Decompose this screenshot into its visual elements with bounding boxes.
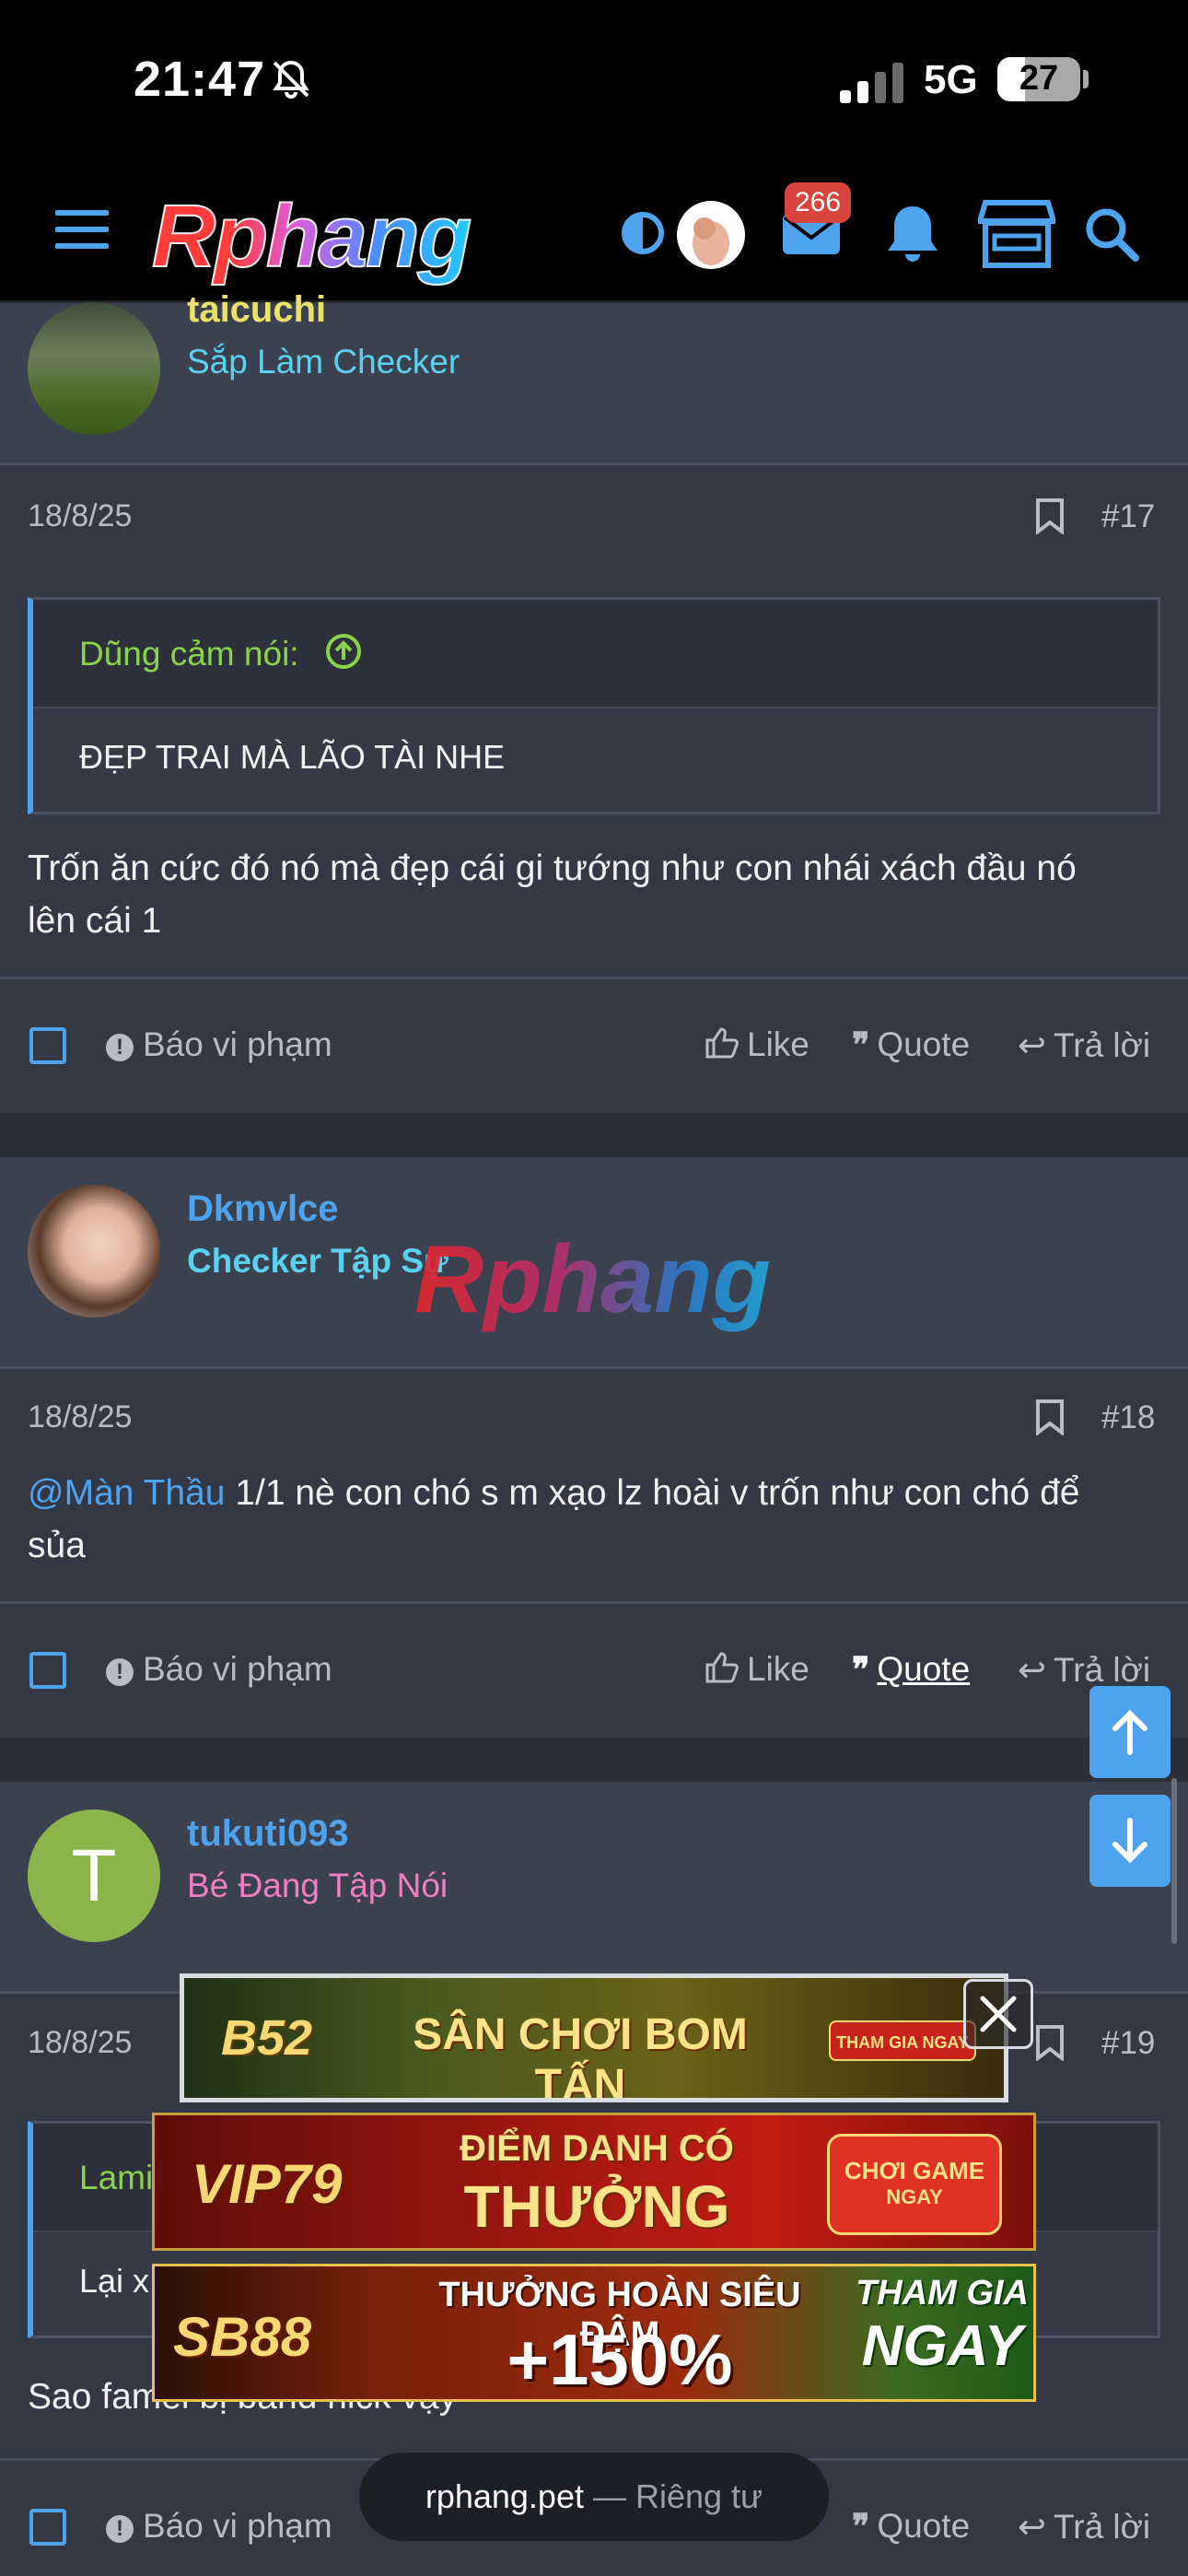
- battery-icon: 27: [997, 57, 1080, 101]
- post-number[interactable]: #18: [1101, 1399, 1155, 1436]
- user-title: Checker Tập Sự: [187, 1242, 448, 1280]
- alert-icon: !: [106, 2515, 134, 2543]
- post-date[interactable]: 18/8/25: [28, 1399, 132, 1435]
- username[interactable]: Dkmvlce: [187, 1188, 339, 1230]
- select-checkbox[interactable]: [29, 1027, 66, 1064]
- quote-icon: ❞: [852, 2507, 870, 2545]
- quote-icon: ❞: [852, 1025, 870, 1063]
- reply-button[interactable]: ↩ Trả lời: [1018, 2507, 1150, 2547]
- status-bar: 21:47 5G 27: [0, 0, 1188, 166]
- post-user-header: taicuchi Sắp Làm Checker: [0, 289, 1188, 465]
- report-button[interactable]: ! Báo vi phạm: [106, 1025, 332, 1064]
- quote-block: Dũng cảm nói: ĐẸP TRAI MÀ LÃO TÀI NHE: [28, 597, 1160, 814]
- status-time: 21:47: [134, 52, 266, 107]
- arrow-up-icon: [1112, 1709, 1147, 1755]
- thumbs-up-icon: [705, 1652, 739, 1683]
- post-text: @Màn Thầu 1/1 nè con chó s m xạo lz hoài…: [28, 1473, 1080, 1565]
- like-button[interactable]: Like: [705, 1650, 809, 1689]
- thumbs-up-icon: [705, 1027, 739, 1059]
- user-mention[interactable]: @Màn Thầu: [28, 1473, 225, 1513]
- user-title: Sắp Làm Checker: [187, 343, 460, 381]
- arrow-up-circle-icon[interactable]: [325, 633, 362, 670]
- quote-text: Lại x: [79, 2262, 150, 2300]
- post-text: Trốn ăn cức đó nó mà đẹp cái gi tướng nh…: [28, 849, 1077, 941]
- theme-toggle-icon[interactable]: [622, 212, 664, 254]
- notification-badge: 266: [785, 182, 851, 223]
- quote-source[interactable]: Lami: [79, 2159, 153, 2197]
- post-actions: !Báo vi phạm Like ❞Quote ↩Trả lời: [0, 1601, 1188, 1736]
- store-icon[interactable]: [978, 199, 1055, 269]
- quote-button[interactable]: ❞ Quote: [852, 2507, 970, 2546]
- search-icon[interactable]: [1082, 205, 1141, 263]
- username[interactable]: tukuti093: [187, 1813, 349, 1855]
- close-icon: [980, 1996, 1017, 2032]
- bookmark-icon[interactable]: [1035, 1399, 1065, 1435]
- battery-level: 27: [1019, 59, 1059, 98]
- select-checkbox[interactable]: [29, 1652, 66, 1689]
- alert-icon: !: [106, 1658, 134, 1686]
- network-type: 5G: [924, 57, 978, 102]
- bell-off-icon: [273, 60, 309, 99]
- report-button[interactable]: ! Báo vi phạm: [106, 2507, 332, 2546]
- post-number[interactable]: #17: [1101, 498, 1155, 535]
- alert-icon: !: [106, 1034, 134, 1061]
- reply-icon: ↩: [1018, 1026, 1047, 1064]
- signal-icon: [840, 63, 903, 103]
- reply-button[interactable]: ↩ Trả lời: [1018, 1650, 1150, 1690]
- ad-banner-sb88[interactable]: SB88 THƯỞNG HOÀN SIÊU ĐẬM +150% THAM GIA…: [152, 2264, 1036, 2402]
- quote-icon: ❞: [852, 1650, 870, 1688]
- privacy-label: — Riêng tư: [583, 2477, 763, 2515]
- avatar[interactable]: T: [28, 1809, 160, 1942]
- url-bar[interactable]: rphang.pet — Riêng tư: [359, 2453, 829, 2541]
- close-ad-button[interactable]: [963, 1979, 1033, 2049]
- scroll-bottom-button[interactable]: [1089, 1795, 1171, 1887]
- quote-source[interactable]: Dũng cảm nói:: [79, 635, 299, 673]
- avatar[interactable]: [28, 302, 160, 435]
- scroll-top-button[interactable]: [1089, 1686, 1171, 1778]
- quote-button[interactable]: ❞ Quote: [852, 1650, 970, 1689]
- site-header: Rphang 266: [0, 166, 1188, 302]
- menu-icon[interactable]: [55, 210, 109, 256]
- quote-button[interactable]: ❞ Quote: [852, 1025, 970, 1064]
- reply-icon: ↩: [1018, 2508, 1047, 2546]
- ad-banner-vip79[interactable]: VIP79 ĐIỂM DANH CÓ THƯỞNG CHƠI GAME NGAY: [152, 2113, 1036, 2251]
- user-title: Bé Đang Tập Nói: [187, 1867, 448, 1904]
- site-logo[interactable]: Rphang: [151, 186, 472, 287]
- ad-banner-b52[interactable]: B52 SÂN CHƠI BOM TẤN THAM GIA NGAY: [180, 1973, 1008, 2102]
- post-user-header: T tukuti093 Bé Đang Tập Nói: [0, 1782, 1188, 1994]
- post-number[interactable]: #19: [1101, 2025, 1155, 2062]
- reply-icon: ↩: [1018, 1651, 1047, 1689]
- scrollbar[interactable]: [1171, 1778, 1177, 1944]
- url-domain: rphang.pet: [425, 2477, 584, 2515]
- arrow-down-icon: [1112, 1818, 1147, 1864]
- post-date[interactable]: 18/8/25: [28, 2025, 132, 2061]
- username[interactable]: taicuchi: [187, 289, 326, 331]
- user-avatar[interactable]: [677, 201, 745, 269]
- avatar[interactable]: [28, 1185, 160, 1317]
- select-checkbox[interactable]: [29, 2509, 66, 2546]
- post-actions: !Báo vi phạm Like ❞Quote ↩Trả lời: [0, 977, 1188, 1111]
- bookmark-icon[interactable]: [1035, 498, 1065, 534]
- post-date[interactable]: 18/8/25: [28, 498, 132, 534]
- watermark-logo: Rphang: [414, 1226, 772, 1333]
- bookmark-icon[interactable]: [1035, 2024, 1065, 2061]
- reply-button[interactable]: ↩ Trả lời: [1018, 1025, 1150, 1065]
- like-button[interactable]: Like: [705, 1025, 809, 1064]
- quote-text: ĐẸP TRAI MÀ LÃO TÀI NHE: [79, 738, 506, 776]
- bell-icon[interactable]: [882, 203, 943, 267]
- report-button[interactable]: ! Báo vi phạm: [106, 1650, 332, 1689]
